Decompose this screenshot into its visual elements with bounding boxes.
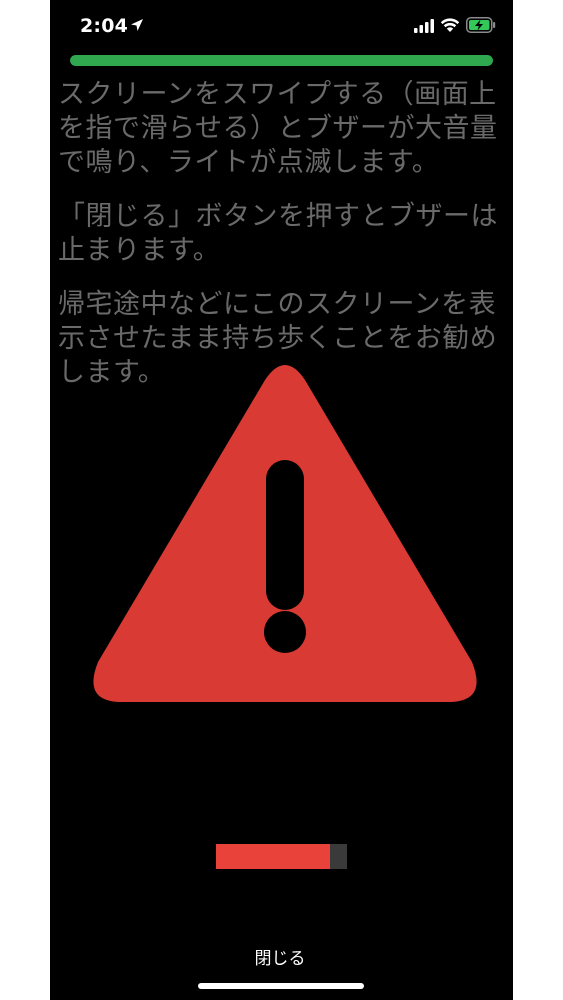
close-button[interactable]: 閉じる (230, 943, 330, 975)
status-bar: 2:04 (50, 0, 513, 50)
cellular-signal-icon (414, 19, 434, 33)
battery-charging-icon (466, 17, 496, 33)
instructions-text: スクリーンをスワイプする（画面上を指で滑らせる）とブザーが大音量で鳴り、ライトが… (58, 78, 510, 410)
phone-screen: 2:04 スクリーンをスワイプする（画面上を指で滑らせる）とブザーが大音量で鳴り… (50, 0, 513, 1000)
progress-fill (70, 55, 493, 66)
alarm-level-fill (216, 844, 330, 869)
progress-bar (70, 55, 493, 66)
home-indicator[interactable] (198, 983, 364, 989)
warning-triangle-icon (93, 365, 477, 702)
location-arrow-icon (131, 19, 143, 31)
instruction-paragraph: スクリーンをスワイプする（画面上を指で滑らせる）とブザーが大音量で鳴り、ライトが… (58, 79, 498, 178)
wifi-icon (440, 18, 460, 32)
instruction-paragraph: 「閉じる」ボタンを押すとブザーは止まります。 (58, 201, 498, 266)
alarm-level-indicator (216, 844, 347, 869)
status-time: 2:04 (80, 15, 129, 37)
